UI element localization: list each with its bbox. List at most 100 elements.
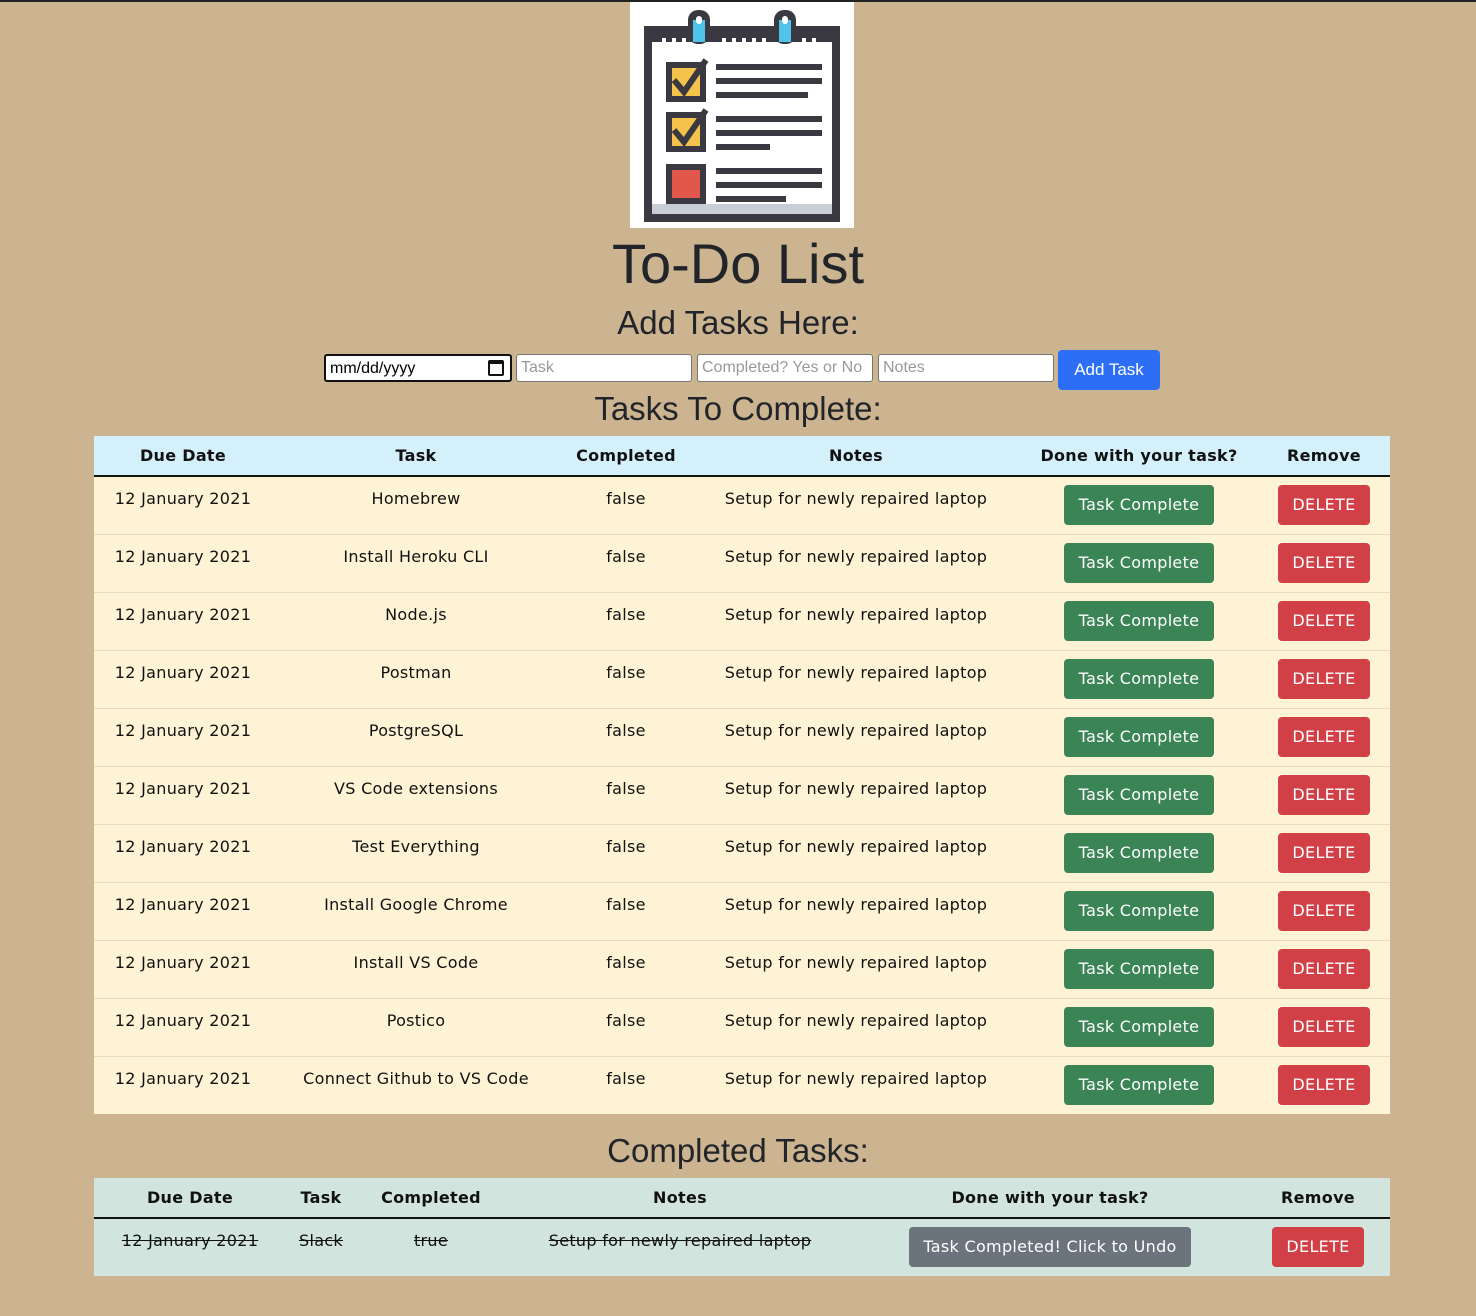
remove-cell: DELETE xyxy=(1258,998,1390,1056)
table-row: 12 January 2021 Install Heroku CLI false Se… xyxy=(94,534,1390,592)
table-row: 12 January 2021 Postman false Setup for new… xyxy=(94,650,1390,708)
column-header-remove: Remove xyxy=(1246,1178,1390,1219)
completed-header-row: Due Date Task Completed Notes Done with … xyxy=(94,1178,1390,1219)
done-cell: Task Complete xyxy=(1020,476,1258,534)
column-header-done: Done with your task? xyxy=(854,1178,1246,1219)
done-cell: Task Complete xyxy=(1020,708,1258,766)
todo-header-row: Due Date Task Completed Notes Done with … xyxy=(94,436,1390,477)
remove-cell: DELETE xyxy=(1258,650,1390,708)
delete-button[interactable]: DELETE xyxy=(1278,600,1370,641)
notes-input[interactable]: Notes xyxy=(878,354,1054,382)
task-complete-button[interactable]: Task Complete xyxy=(1063,832,1215,873)
due-date-input[interactable]: mm/dd/yyyy xyxy=(324,354,512,382)
due-date-cell: 12 January 2021 xyxy=(121,1231,259,1250)
delete-button[interactable]: DELETE xyxy=(1278,485,1370,525)
due-date-cell: 12 January 2021 xyxy=(114,720,252,740)
add-tasks-heading: Add Tasks Here: xyxy=(617,304,859,341)
task-complete-button[interactable]: Task Complete xyxy=(1063,716,1215,757)
delete-button[interactable]: DELETE xyxy=(1278,890,1370,931)
table-row: 12 January 2021 Slack true Setup for newly … xyxy=(94,1218,1390,1276)
task-cell: Slack xyxy=(299,1231,343,1250)
task-complete-button[interactable]: Task Complete xyxy=(1063,1064,1215,1105)
done-cell: Task Complete xyxy=(1020,650,1258,708)
done-cell: Task Complete xyxy=(1020,824,1258,882)
delete-button[interactable]: DELETE xyxy=(1278,948,1370,989)
task-cell: Node.js xyxy=(385,604,447,624)
remove-cell: DELETE xyxy=(1258,882,1390,940)
completed-cell: false xyxy=(606,546,646,566)
column-header-due-date: Due Date xyxy=(94,1178,286,1219)
delete-button[interactable]: DELETE xyxy=(1278,716,1370,757)
undo-button[interactable]: Task Completed! Click to Undo xyxy=(909,1227,1191,1267)
add-task-button[interactable]: Add Task xyxy=(1058,350,1160,390)
notes-cell: Setup for newly repaired laptop xyxy=(724,894,988,914)
remove-cell: DELETE xyxy=(1258,708,1390,766)
completed-input[interactable]: Completed? Yes or No xyxy=(697,354,873,382)
done-cell: Task Complete xyxy=(1020,998,1258,1056)
date-value: mm/dd/yyyy xyxy=(330,360,416,377)
notes-cell: Setup for newly repaired laptop xyxy=(724,778,988,798)
table-row: 12 January 2021 Node.js false Setup for new… xyxy=(94,592,1390,650)
completed-table: Due Date Task Completed Notes Done with … xyxy=(94,1178,1390,1276)
remove-cell: DELETE xyxy=(1258,534,1390,592)
task-complete-button[interactable]: Task Complete xyxy=(1063,600,1215,641)
task-cell: PostgreSQL xyxy=(368,720,464,740)
task-cell: Install Heroku CLI xyxy=(343,546,489,566)
table-row: 12 January 2021 VS Code extensions false Se… xyxy=(94,766,1390,824)
column-header-notes: Notes xyxy=(506,1178,854,1219)
task-cell: VS Code extensions xyxy=(334,778,498,798)
notes-cell: Setup for newly repaired laptop xyxy=(724,1010,988,1030)
delete-button[interactable]: DELETE xyxy=(1278,1064,1370,1105)
delete-button[interactable]: DELETE xyxy=(1278,832,1370,873)
remove-cell: DELETE xyxy=(1258,1056,1390,1114)
task-complete-button[interactable]: Task Complete xyxy=(1063,1006,1215,1047)
remove-cell: DELETE xyxy=(1258,766,1390,824)
completed-cell: false xyxy=(606,952,646,972)
task-complete-button[interactable]: Task Complete xyxy=(1063,542,1215,583)
delete-button[interactable]: DELETE xyxy=(1278,658,1370,699)
column-header-completed: Completed xyxy=(560,436,692,477)
task-complete-button[interactable]: Task Complete xyxy=(1063,774,1215,815)
due-date-cell: 12 January 2021 xyxy=(114,489,252,508)
task-input[interactable]: Task xyxy=(516,354,692,382)
notes-cell: Setup for newly repaired laptop xyxy=(724,662,988,682)
notes-cell: Setup for newly repaired laptop xyxy=(548,1231,812,1250)
column-header-notes: Notes xyxy=(692,436,1020,477)
table-row: 12 January 2021 Install Google Chrome fals… xyxy=(94,882,1390,940)
completed-cell: false xyxy=(606,836,646,856)
due-date-cell: 12 January 2021 xyxy=(114,952,252,972)
column-header-task: Task xyxy=(272,436,560,477)
completed-cell: false xyxy=(606,894,646,914)
table-row: 12 January 2021 Connect Github to VS Code… xyxy=(94,1056,1390,1114)
notes-cell: Setup for newly repaired laptop xyxy=(724,604,988,624)
task-cell: Test Everything xyxy=(352,836,480,856)
column-header-completed: Completed xyxy=(356,1178,506,1219)
delete-button[interactable]: DELETE xyxy=(1272,1227,1364,1267)
calendar-icon[interactable] xyxy=(488,360,504,376)
done-cell: Task Complete xyxy=(1020,766,1258,824)
task-cell: Install Google Chrome xyxy=(324,894,508,914)
add-task-form: mm/dd/yyyy Task Completed? Yes or No Not… xyxy=(0,350,1476,390)
task-complete-button[interactable]: Task Complete xyxy=(1063,948,1215,989)
remove-cell: DELETE xyxy=(1258,940,1390,998)
task-complete-button[interactable]: Task Complete xyxy=(1063,890,1215,931)
notes-cell: Setup for newly repaired laptop xyxy=(724,1068,988,1088)
done-cell: Task Complete xyxy=(1020,940,1258,998)
notes-cell: Setup for newly repaired laptop xyxy=(724,720,988,740)
completed-cell: true xyxy=(413,1231,449,1250)
remove-cell: DELETE xyxy=(1258,592,1390,650)
task-complete-button[interactable]: Task Complete xyxy=(1063,485,1215,525)
due-date-cell: 12 January 2021 xyxy=(114,836,252,856)
due-date-cell: 12 January 2021 xyxy=(114,1068,252,1088)
delete-button[interactable]: DELETE xyxy=(1278,542,1370,583)
remove-cell: DELETE xyxy=(1258,476,1390,534)
task-cell: Postico xyxy=(386,1010,446,1030)
due-date-cell: 12 January 2021 xyxy=(114,604,252,624)
page-title: To-Do List xyxy=(611,232,865,295)
delete-button[interactable]: DELETE xyxy=(1278,774,1370,815)
completed-cell: false xyxy=(606,1010,646,1030)
delete-button[interactable]: DELETE xyxy=(1278,1006,1370,1047)
remove-cell: DELETE xyxy=(1246,1218,1390,1276)
table-row: 12 January 2021 Test Everything false Setup… xyxy=(94,824,1390,882)
task-complete-button[interactable]: Task Complete xyxy=(1063,658,1215,699)
